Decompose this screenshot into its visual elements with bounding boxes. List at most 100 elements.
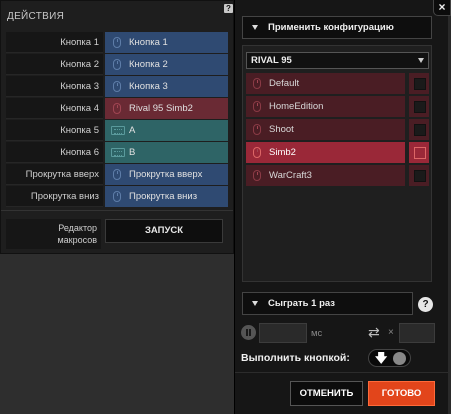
binding-row: Кнопка 2 Кнопка 2 bbox=[6, 54, 232, 75]
config-item[interactable]: Simb2 bbox=[246, 142, 430, 163]
binding-value-text: Rival 95 Simb2 bbox=[129, 103, 193, 114]
profile-dropdown[interactable]: RIVAL 95 bbox=[246, 52, 429, 69]
config-list: Default HomeEdition Shoot Simb2 WarCraft3 bbox=[246, 73, 430, 188]
macro-editor-label-line2: макросов bbox=[57, 235, 97, 245]
binding-row: Кнопка 5 A bbox=[6, 120, 232, 141]
pause-icon[interactable] bbox=[241, 325, 256, 340]
config-checkbox[interactable] bbox=[409, 119, 429, 140]
button-bindings-list: Кнопка 1 Кнопка 1 Кнопка 2 Кнопка 2 Кнопка 3… bbox=[6, 32, 232, 208]
divider bbox=[235, 372, 448, 373]
config-checkbox[interactable] bbox=[409, 73, 429, 94]
config-box: RIVAL 95 Default HomeEdition Shoot Simb2 War… bbox=[242, 45, 432, 282]
apply-config-label: Применить конфигурацию bbox=[268, 22, 394, 33]
config-item-name[interactable]: Shoot bbox=[246, 119, 405, 140]
binding-row: Кнопка 4 Rival 95 Simb2 bbox=[6, 98, 232, 119]
launch-button[interactable]: ЗАПУСК bbox=[105, 219, 223, 243]
config-checkbox[interactable] bbox=[409, 165, 429, 186]
binding-value[interactable]: Rival 95 Simb2 bbox=[105, 98, 228, 119]
binding-value-text: Кнопка 1 bbox=[129, 37, 168, 48]
apply-config-dropdown[interactable]: Применить конфигурацию bbox=[242, 16, 432, 39]
binding-value[interactable]: Кнопка 2 bbox=[105, 54, 228, 75]
mouse-icon bbox=[253, 170, 261, 181]
config-item-label: Default bbox=[269, 78, 300, 89]
config-item-label: Simb2 bbox=[269, 147, 296, 158]
mouse-icon bbox=[253, 101, 261, 112]
keyboard-icon bbox=[111, 126, 125, 135]
delay-input[interactable] bbox=[259, 323, 307, 343]
config-item-label: WarCraft3 bbox=[269, 170, 312, 181]
binding-row: Кнопка 3 Кнопка 3 bbox=[6, 76, 232, 97]
config-item[interactable]: Shoot bbox=[246, 119, 430, 140]
binding-row: Прокрутка вверх Прокрутка вверх bbox=[6, 164, 232, 185]
chevron-down-icon bbox=[252, 301, 258, 306]
cancel-button[interactable]: ОТМЕНИТЬ bbox=[290, 381, 363, 406]
binding-value-text: A bbox=[129, 125, 136, 136]
close-icon[interactable]: × bbox=[433, 0, 451, 16]
profile-dropdown-value: RIVAL 95 bbox=[251, 55, 292, 66]
binding-label: Кнопка 2 bbox=[6, 54, 103, 75]
binding-label: Кнопка 3 bbox=[6, 76, 103, 97]
binding-label: Кнопка 5 bbox=[6, 120, 103, 141]
config-item[interactable]: WarCraft3 bbox=[246, 165, 430, 186]
config-item-label: HomeEdition bbox=[269, 101, 324, 112]
toggle-knob bbox=[393, 352, 406, 365]
binding-row: Кнопка 1 Кнопка 1 bbox=[6, 32, 232, 53]
execute-by-button-label: Выполнить кнопкой: bbox=[241, 352, 350, 364]
mouse-icon bbox=[253, 78, 261, 89]
macro-editor-label-line1: Редактор bbox=[58, 223, 97, 233]
divider bbox=[1, 210, 233, 211]
binding-value[interactable]: Кнопка 1 bbox=[105, 32, 228, 53]
mouse-icon bbox=[113, 191, 121, 202]
config-item-label: Shoot bbox=[269, 124, 294, 135]
binding-value-text: Прокрутка вниз bbox=[129, 191, 198, 202]
play-mode-label: Сыграть 1 раз bbox=[268, 298, 335, 309]
config-item[interactable]: Default bbox=[246, 73, 430, 94]
binding-value[interactable]: B bbox=[105, 142, 228, 163]
binding-label: Прокрутка вниз bbox=[6, 186, 103, 207]
actions-title: ДЕЙСТВИЯ bbox=[7, 11, 65, 22]
binding-label: Кнопка 6 bbox=[6, 142, 103, 163]
binding-row: Кнопка 6 B bbox=[6, 142, 232, 163]
binding-value-text: Кнопка 2 bbox=[129, 59, 168, 70]
binding-value[interactable]: Кнопка 3 bbox=[105, 76, 228, 97]
binding-value[interactable]: Прокрутка вниз bbox=[105, 186, 228, 207]
mouse-icon bbox=[253, 147, 261, 158]
play-mode-dropdown[interactable]: Сыграть 1 раз bbox=[242, 292, 413, 315]
config-item-name[interactable]: Simb2 bbox=[246, 142, 405, 163]
binding-label: Прокрутка вверх bbox=[6, 164, 103, 185]
chevron-down-icon bbox=[252, 25, 258, 30]
help-icon[interactable]: ? bbox=[224, 4, 233, 13]
repeat-count-input[interactable] bbox=[399, 323, 435, 343]
config-checkbox[interactable] bbox=[409, 142, 429, 163]
binding-label: Кнопка 1 bbox=[6, 32, 103, 53]
background-area bbox=[0, 254, 234, 414]
actions-panel: ДЕЙСТВИЯ ? Кнопка 1 Кнопка 1 Кнопка 2 Кнопк… bbox=[0, 0, 234, 254]
repeat-icon[interactable]: ⇄ bbox=[368, 325, 384, 339]
mouse-icon bbox=[113, 59, 121, 70]
help-icon[interactable]: ? bbox=[418, 297, 433, 312]
done-button[interactable]: ГОТОВО bbox=[368, 381, 435, 406]
binding-value-text: B bbox=[129, 147, 136, 158]
binding-row: Прокрутка вниз Прокрутка вниз bbox=[6, 186, 232, 207]
config-item-name[interactable]: Default bbox=[246, 73, 405, 94]
macro-editor-label: Редактор макросов bbox=[6, 219, 101, 249]
arrow-down-icon: 🡇 bbox=[375, 351, 388, 365]
mouse-icon bbox=[113, 37, 121, 48]
execute-by-button-toggle[interactable]: 🡇 bbox=[368, 349, 411, 367]
config-item-name[interactable]: WarCraft3 bbox=[246, 165, 405, 186]
binding-value[interactable]: Прокрутка вверх bbox=[105, 164, 228, 185]
config-checkbox[interactable] bbox=[409, 96, 429, 117]
config-item-name[interactable]: HomeEdition bbox=[246, 96, 405, 117]
mouse-icon bbox=[113, 103, 121, 114]
binding-label: Кнопка 4 bbox=[6, 98, 103, 119]
config-item[interactable]: HomeEdition bbox=[246, 96, 430, 117]
binding-value-text: Прокрутка вверх bbox=[129, 169, 203, 180]
mouse-icon bbox=[113, 169, 121, 180]
repeat-times-label: × bbox=[388, 327, 394, 338]
keyboard-icon bbox=[111, 148, 125, 157]
delay-unit-label: мс bbox=[311, 328, 323, 339]
binding-value[interactable]: A bbox=[105, 120, 228, 141]
mouse-icon bbox=[253, 124, 261, 135]
chevron-down-icon bbox=[418, 58, 424, 63]
mouse-icon bbox=[113, 81, 121, 92]
